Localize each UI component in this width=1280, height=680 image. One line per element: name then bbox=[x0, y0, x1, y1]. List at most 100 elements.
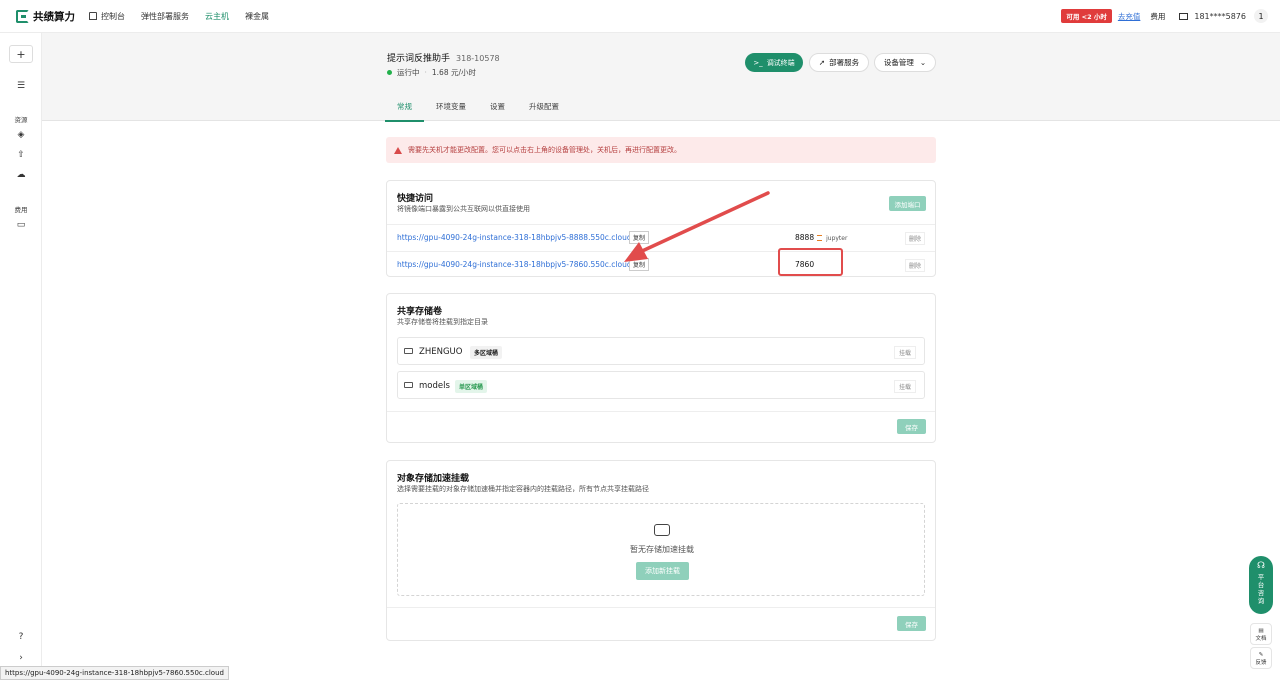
shared-storage-title: 共享存储卷 bbox=[397, 307, 443, 317]
port-url-text: https://gpu-4090-24g-instance-318-18hbpj… bbox=[397, 233, 632, 242]
mail-icon[interactable] bbox=[1179, 12, 1189, 20]
volume-name: models bbox=[419, 381, 450, 391]
volume-name: ZHENGUO bbox=[419, 347, 463, 357]
port-number-text: 8888 bbox=[795, 233, 815, 242]
quick-access-subtitle: 将镜像端口暴露到公共互联网以供直接使用 bbox=[397, 205, 530, 213]
nav-console[interactable]: 控制台 bbox=[89, 11, 125, 22]
chevron-down-icon: ⌄ bbox=[919, 58, 927, 67]
device-manage-button[interactable]: 设备管理 ⌄ bbox=[874, 53, 936, 72]
mount-button[interactable]: 挂载 bbox=[893, 380, 916, 393]
instance-status: 运行中 · 1.68 元/小时 bbox=[387, 67, 476, 78]
copy-button[interactable]: 复制 bbox=[629, 258, 650, 271]
upload-icon[interactable]: ⇧ bbox=[16, 150, 26, 160]
delete-button[interactable]: 删除 bbox=[904, 232, 925, 245]
object-storage-card: 对象存储加速挂载 选择需要挂载的对象存储加速桶并指定容器内的挂载路径，所有节点共… bbox=[386, 460, 936, 641]
sidebar-group-resources: 资源 bbox=[14, 116, 28, 124]
port-url-link[interactable]: https://gpu-4090-24g-instance-318-18hbpj… bbox=[397, 260, 641, 269]
divider bbox=[387, 411, 935, 412]
warning-text: 需要先关机才能更改配置。您可以点击右上角的设备管理处，关机后，再进行配置更改。 bbox=[408, 146, 681, 154]
nav-elastic-deploy-label: 弹性部署服务 bbox=[141, 11, 189, 21]
delete-button[interactable]: 删除 bbox=[904, 259, 925, 272]
tab-env-vars[interactable]: 环境变量 bbox=[424, 95, 478, 122]
availability-badge: 可用 <2 小时 bbox=[1061, 9, 1112, 23]
jupyter-icon bbox=[817, 235, 823, 241]
consult-char: 台 bbox=[1257, 581, 1265, 589]
add-mount-button[interactable]: 添加新挂载 bbox=[636, 562, 689, 580]
top-bar: 共绩算力 控制台 弹性部署服务 云主机 裸金属 可用 <2 小时 去充值 费用 … bbox=[0, 0, 1280, 33]
expand-icon[interactable]: › bbox=[16, 653, 26, 663]
annotation-highlight-box bbox=[778, 248, 843, 276]
cube-icon[interactable]: ◈ bbox=[16, 130, 26, 140]
consult-char: 咨 bbox=[1257, 589, 1265, 597]
divider bbox=[387, 607, 935, 608]
nav-elastic-deploy[interactable]: 弹性部署服务 bbox=[141, 11, 189, 22]
shared-storage-card: 共享存储卷 共享存储卷将挂载到指定目录 ZHENGUO 多区域桶 挂载 mode… bbox=[386, 293, 936, 443]
port-url-text: https://gpu-4090-24g-instance-318-18hbpj… bbox=[397, 260, 632, 269]
user-phone[interactable]: 181****5876 bbox=[1194, 12, 1246, 21]
save-button[interactable]: 保存 bbox=[897, 419, 926, 434]
nav-bare-metal-label: 裸金属 bbox=[245, 11, 269, 21]
create-button[interactable]: + bbox=[9, 45, 33, 63]
object-storage-title: 对象存储加速挂载 bbox=[397, 474, 470, 484]
instance-id: 318-10578 bbox=[456, 54, 500, 63]
storage-icon bbox=[654, 524, 670, 536]
debug-terminal-label: 调试终端 bbox=[766, 58, 795, 67]
quick-access-title: 快捷访问 bbox=[397, 194, 434, 204]
consult-char: 平 bbox=[1257, 573, 1265, 581]
headset-icon: ☊ bbox=[1257, 561, 1265, 571]
tab-bar: 常规 环境变量 设置 升级配置 bbox=[385, 95, 571, 122]
top-nav: 控制台 弹性部署服务 云主机 裸金属 bbox=[89, 11, 285, 22]
instance-title: 提示词反推助手 318-10578 bbox=[387, 51, 500, 64]
debug-terminal-button[interactable]: >_ 调试终端 bbox=[745, 53, 803, 72]
avatar[interactable]: 1 bbox=[1254, 9, 1268, 23]
add-port-button[interactable]: 添加端口 bbox=[889, 196, 926, 211]
save-button[interactable]: 保存 bbox=[897, 616, 926, 631]
instance-header: 提示词反推助手 318-10578 运行中 · 1.68 元/小时 >_ 调试终端 … bbox=[42, 33, 1280, 122]
device-manage-label: 设备管理 bbox=[883, 58, 914, 67]
port-row: https://gpu-4090-24g-instance-318-18hbpj… bbox=[387, 224, 935, 250]
help-icon[interactable]: ? bbox=[16, 632, 26, 642]
shared-storage-subtitle: 共享存储卷将挂载到指定目录 bbox=[397, 318, 488, 326]
empty-state: 暂无存储加速挂载 添加新挂载 bbox=[397, 503, 925, 596]
rocket-icon: ➚ bbox=[818, 58, 826, 67]
top-right: 可用 <2 小时 去充值 费用 181****5876 1 bbox=[1061, 9, 1268, 23]
port-url-link[interactable]: https://gpu-4090-24g-instance-318-18hbpj… bbox=[397, 233, 641, 242]
left-sidebar: + ☰ 资源 ◈ ⇧ ☁ 费用 ▭ ? › bbox=[0, 33, 42, 680]
fee-link[interactable]: 费用 bbox=[1150, 11, 1165, 22]
warning-icon bbox=[394, 146, 402, 154]
port-row: https://gpu-4090-24g-instance-318-18hbpj… bbox=[387, 248, 935, 277]
cloud-icon[interactable]: ☁ bbox=[16, 170, 26, 180]
server-list-icon[interactable]: ☰ bbox=[16, 81, 26, 91]
nav-bare-metal[interactable]: 裸金属 bbox=[245, 11, 269, 22]
nav-cloud-host[interactable]: 云主机 bbox=[205, 11, 229, 22]
deploy-service-label: 部署服务 bbox=[829, 58, 860, 67]
drive-icon bbox=[404, 348, 413, 354]
status-dot-icon bbox=[387, 70, 392, 75]
config-warning: 需要先关机才能更改配置。您可以点击右上角的设备管理处，关机后，再进行配置更改。 bbox=[386, 137, 936, 163]
quick-access-card: 快捷访问 将镜像端口暴露到公共互联网以供直接使用 添加端口 https://gp… bbox=[386, 180, 936, 277]
card-icon[interactable]: ▭ bbox=[16, 220, 26, 230]
instance-name: 提示词反推助手 bbox=[387, 54, 451, 64]
tab-settings[interactable]: 设置 bbox=[478, 95, 517, 122]
platform-consult-button[interactable]: ☊ 平 台 咨 询 bbox=[1249, 556, 1273, 614]
empty-text: 暂无存储加速挂载 bbox=[630, 545, 694, 554]
recharge-link[interactable]: 去充值 bbox=[1118, 11, 1141, 22]
consult-char: 询 bbox=[1257, 597, 1265, 605]
price-text: 1.68 元/小时 bbox=[431, 68, 477, 77]
deploy-service-button[interactable]: ➚ 部署服务 bbox=[809, 53, 869, 72]
logo[interactable]: 共绩算力 bbox=[16, 9, 75, 24]
tab-general[interactable]: 常规 bbox=[385, 95, 424, 122]
feedback-button[interactable]: ✎ 反馈 bbox=[1250, 647, 1272, 669]
nav-cloud-host-label: 云主机 bbox=[205, 11, 229, 21]
docs-button[interactable]: ▤ 文档 bbox=[1250, 623, 1272, 645]
nav-console-label: 控制台 bbox=[101, 11, 125, 21]
mount-button[interactable]: 挂载 bbox=[893, 346, 916, 359]
volume-row: ZHENGUO 多区域桶 挂载 bbox=[397, 337, 925, 365]
tab-upgrade[interactable]: 升级配置 bbox=[517, 95, 571, 122]
sidebar-group-fees: 费用 bbox=[14, 206, 28, 214]
volume-tag: 多区域桶 bbox=[470, 346, 503, 359]
logo-icon bbox=[16, 9, 29, 23]
brand-name: 共绩算力 bbox=[33, 10, 75, 23]
copy-button[interactable]: 复制 bbox=[629, 231, 650, 244]
drive-icon bbox=[404, 382, 413, 388]
